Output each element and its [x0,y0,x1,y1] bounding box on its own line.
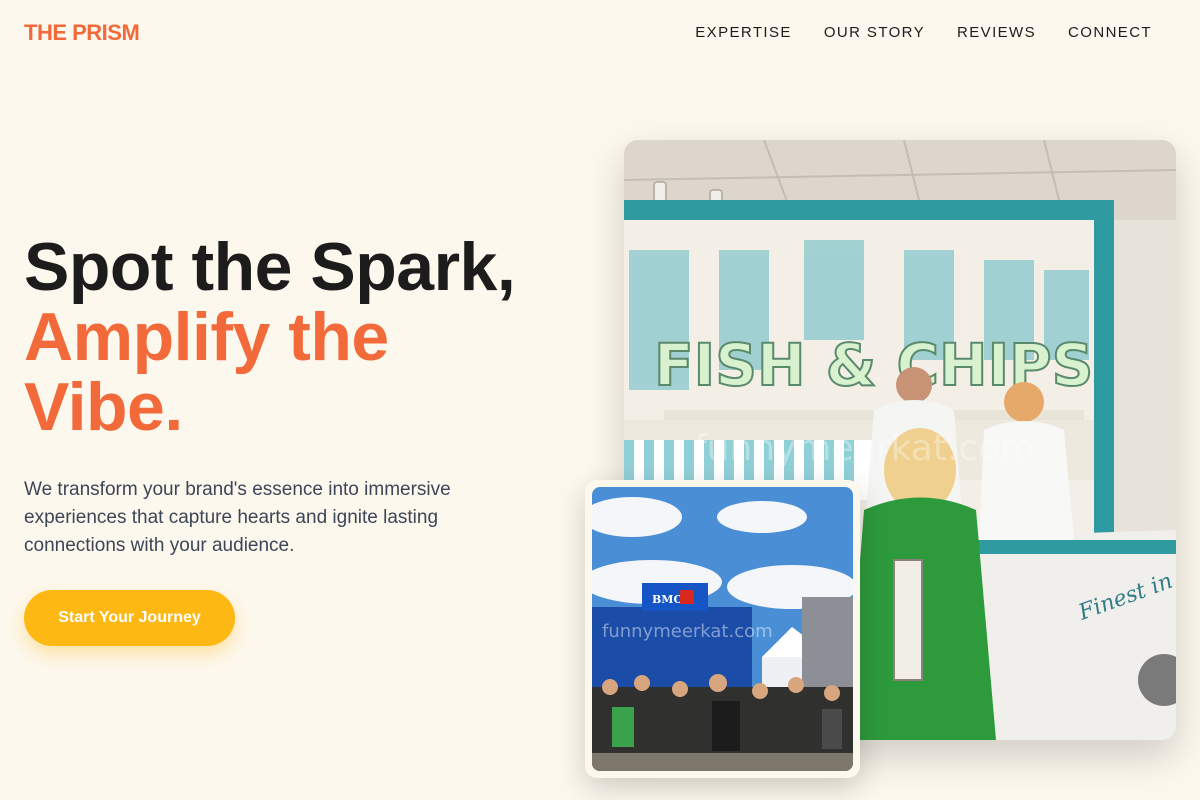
hero-title-line-3: Vibe. [24,369,183,445]
hero-title-line-2: Amplify the [24,299,389,375]
nav-item-reviews[interactable]: REVIEWS [957,24,1036,41]
outdoor-event-photo-frame: BMO funnymeerkat.com [585,480,860,778]
page: THE PRISM EXPERTISE OUR STORY REVIEWS CO… [0,0,1200,800]
main-nav: EXPERTISE OUR STORY REVIEWS CONNECT [695,24,1152,41]
nav-item-our-story[interactable]: OUR STORY [824,24,925,41]
nav-item-expertise[interactable]: EXPERTISE [695,24,792,41]
nav-item-connect[interactable]: CONNECT [1068,24,1152,41]
outdoor-event-photo: BMO funnymeerkat.com [592,487,853,771]
secondary-photo-watermark: funnymeerkat.com [602,621,773,642]
hero-subtitle: We transform your brand's essence into i… [24,479,451,556]
start-journey-button[interactable]: Start Your Journey [24,590,235,646]
bmo-banner-text: BMO [652,593,683,606]
hero-title: Spot the Spark, Amplify the Vibe. [24,232,604,442]
main-photo-watermark: funnymeerkat.com [694,428,1035,469]
hero-title-line-1: Spot the Spark, [24,229,516,305]
brand-logo[interactable]: THE PRISM [24,20,140,46]
